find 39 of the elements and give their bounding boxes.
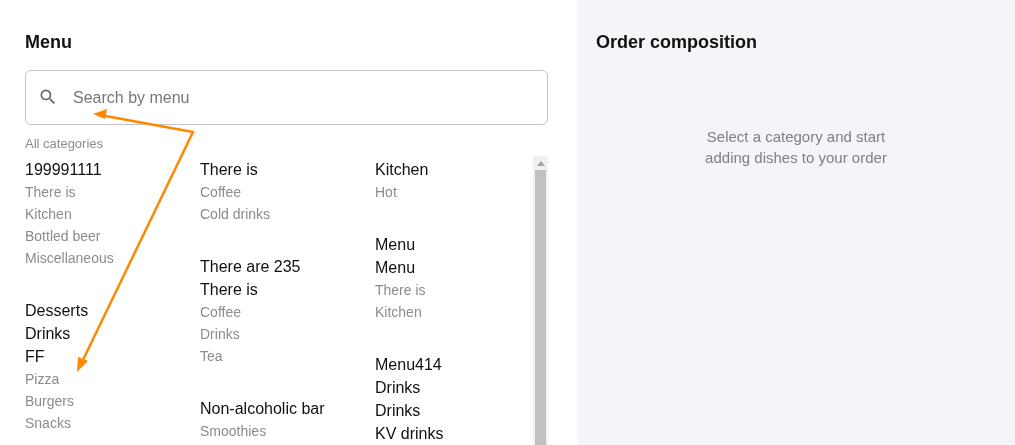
subcategory-item[interactable]: Burgers	[25, 390, 75, 412]
category-item[interactable]: Drinks	[375, 376, 421, 399]
category-item[interactable]: There is	[200, 158, 258, 181]
subcategory-item[interactable]: Drinks	[200, 323, 240, 345]
subcategory-item[interactable]: Kitchen	[375, 301, 422, 323]
category-item[interactable]: There are 235	[200, 255, 301, 278]
category-item[interactable]: Kitchen	[375, 158, 429, 181]
search-field[interactable]: Search by menu	[25, 70, 548, 125]
empty-order-message: Select a category and start adding dishes to your order	[704, 127, 888, 168]
subcategory-item[interactable]: Bottled beer	[25, 225, 101, 247]
subcategory-item[interactable]: There is	[375, 279, 426, 301]
category-item[interactable]: Desserts	[25, 299, 89, 322]
subcategory-item[interactable]: Smoothies	[200, 420, 267, 442]
subcategory-item[interactable]: Coffee	[200, 301, 241, 323]
category-item[interactable]: FF	[25, 345, 45, 368]
category-item[interactable]: Menu414	[375, 353, 442, 376]
category-item[interactable]: KV drinks	[375, 422, 444, 445]
subcategory-item[interactable]: Tea	[200, 345, 223, 367]
subcategory-item[interactable]: Miscellaneous	[25, 247, 114, 269]
category-item[interactable]: Menu	[375, 233, 416, 256]
category-item[interactable]: Menu	[375, 256, 416, 279]
all-categories-link[interactable]: All categories	[25, 135, 104, 153]
subcategory-item[interactable]: Kitchen	[25, 203, 72, 225]
category-item[interactable]: Non-alcoholic bar	[200, 397, 325, 420]
subcategory-item[interactable]: Cold drinks	[200, 203, 271, 225]
subcategory-item[interactable]: Snacks	[25, 412, 71, 434]
category-item[interactable]: There is	[200, 278, 258, 301]
menu-title: Menu	[25, 31, 72, 54]
search-icon	[38, 87, 58, 107]
subcategory-item[interactable]: Coffee	[200, 181, 241, 203]
order-title: Order composition	[596, 31, 757, 54]
category-item[interactable]: Drinks	[25, 322, 71, 345]
scroll-up-icon[interactable]	[536, 161, 545, 166]
subcategory-item[interactable]: There is	[25, 181, 76, 203]
category-item[interactable]: Drinks	[375, 399, 421, 422]
subcategory-item[interactable]: Pizza	[25, 368, 60, 390]
category-item[interactable]: 199991111	[25, 158, 102, 181]
scrollbar[interactable]	[533, 156, 548, 445]
subcategory-item[interactable]: Hot	[375, 181, 397, 203]
